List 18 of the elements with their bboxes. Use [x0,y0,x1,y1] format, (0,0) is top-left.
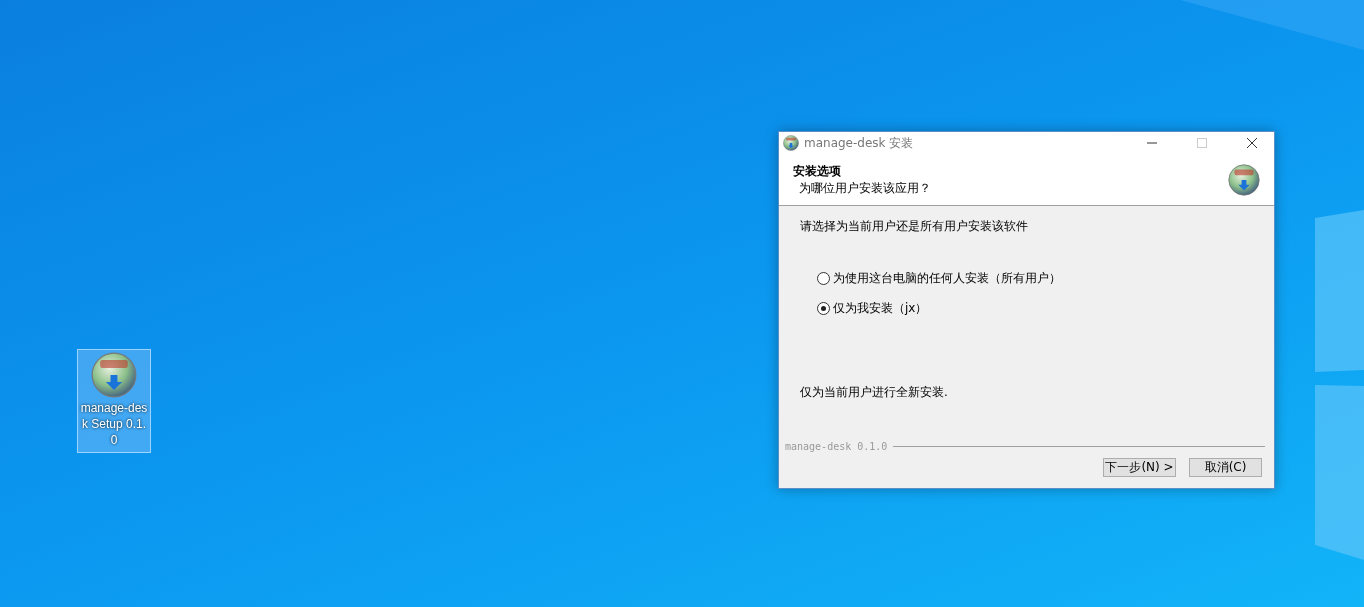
prompt-text: 请选择为当前用户还是所有用户安装该软件 [800,218,1029,235]
close-icon [1246,138,1257,148]
radio-button[interactable] [817,302,830,315]
cancel-button[interactable]: 取消(C) [1189,458,1262,477]
window-title: manage-desk 安装 [804,134,915,152]
maximize-icon [1196,138,1207,148]
radio-option[interactable]: 仅为我安装（jx） [817,300,1253,317]
page-subtitle: 为哪位用户安装该应用？ [798,179,932,197]
page-title: 安装选项 [793,162,842,180]
app-icon [783,135,799,151]
installer-icon [91,352,137,398]
icon-label: manage-desk Setup 0.1.0 [79,400,149,448]
next-button[interactable]: 下一步(N) > [1103,458,1176,477]
installer-icon [1228,163,1260,196]
description-text: 仅为当前用户进行全新安装. [800,384,949,401]
radio-button[interactable] [817,272,830,285]
branding-text: manage-desk 0.1.0 [785,441,888,452]
radio-option[interactable]: 为使用这台电脑的任何人安装（所有用户） [817,270,1253,287]
